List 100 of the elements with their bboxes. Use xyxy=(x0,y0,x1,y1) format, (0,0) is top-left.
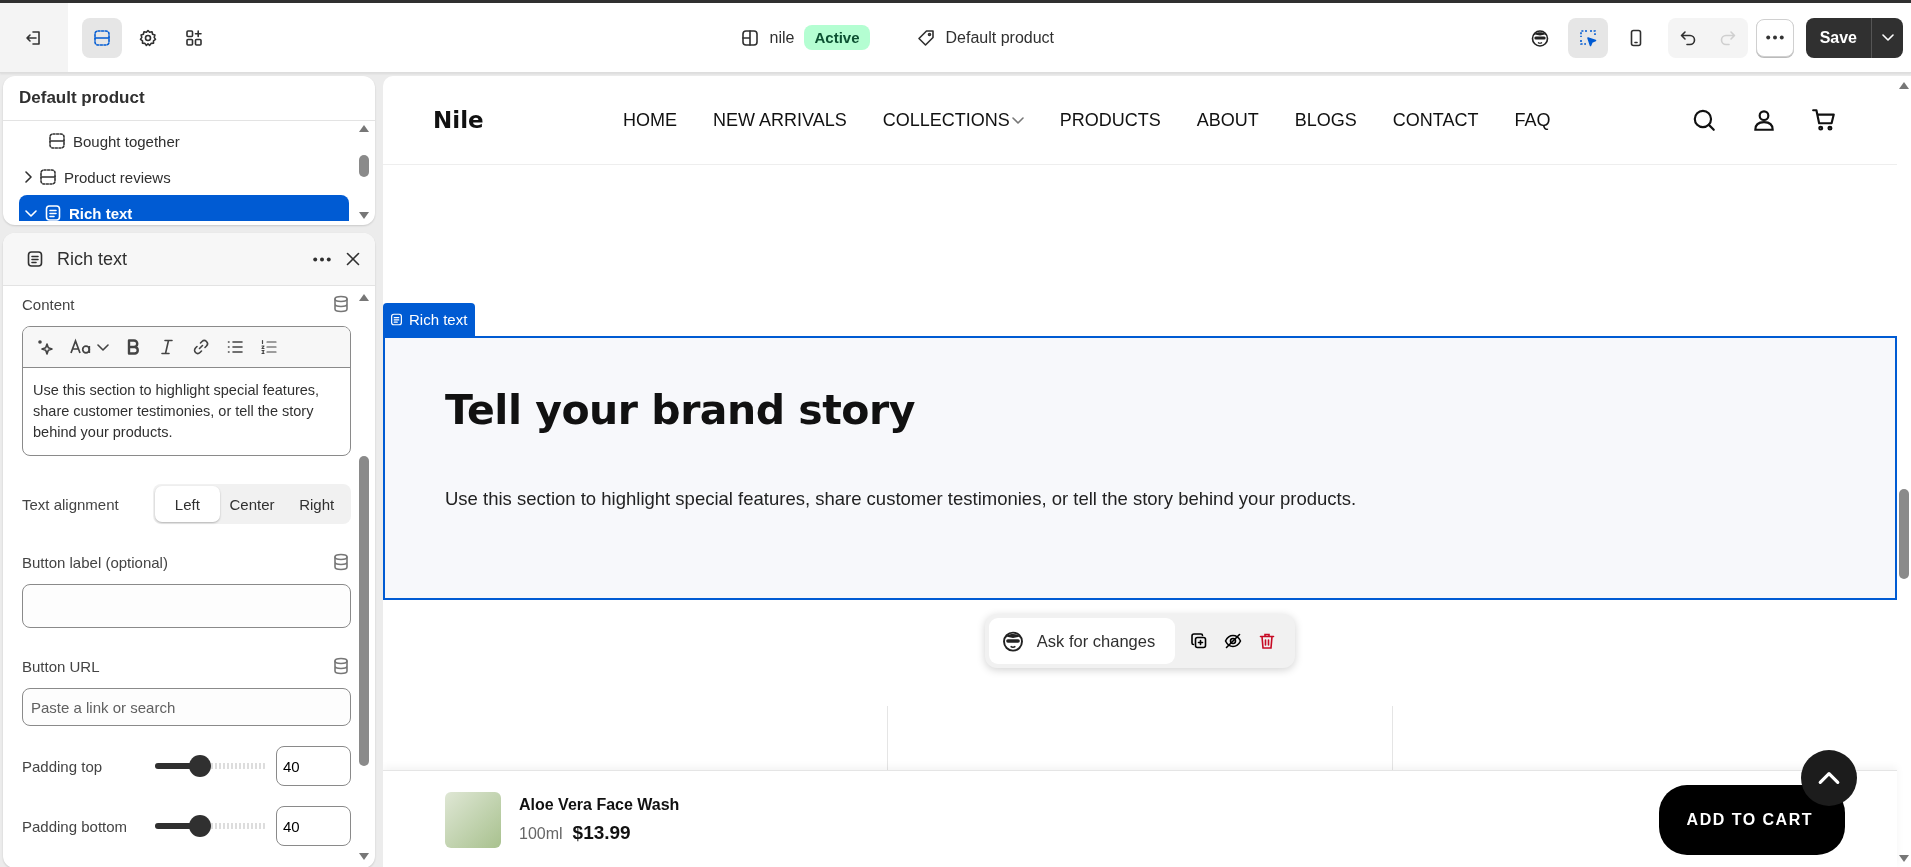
nav-link[interactable]: CONTACT xyxy=(1392,109,1479,131)
scroll-up-icon[interactable] xyxy=(1898,80,1910,90)
field-label: Padding bottom xyxy=(22,817,129,835)
apps-icon xyxy=(184,27,204,48)
search-icon xyxy=(1691,107,1717,133)
add-to-cart-button[interactable]: ADD TO CART xyxy=(1658,784,1845,855)
dynamic-source-button[interactable] xyxy=(331,656,351,676)
scroll-down-icon[interactable] xyxy=(1898,854,1910,864)
chevron-icon[interactable] xyxy=(25,171,32,183)
font-icon xyxy=(69,337,93,357)
rich-text-editor[interactable]: Use this section to highlight special features, share customer testimonies, or tell the story behind your products. xyxy=(22,326,351,456)
product-price: $13.99 xyxy=(572,821,631,844)
sections-button[interactable] xyxy=(82,17,122,58)
status-badge: Active xyxy=(804,25,870,50)
ai-button[interactable] xyxy=(35,337,55,357)
scroll-thumb[interactable] xyxy=(359,155,369,177)
scroll-down-icon[interactable] xyxy=(358,211,370,221)
cart-icon xyxy=(1811,107,1837,133)
dynamic-source-button[interactable] xyxy=(331,552,351,572)
section-icon xyxy=(92,27,112,48)
nav-link[interactable]: PRODUCTS xyxy=(1059,109,1161,131)
store-logo: Nile xyxy=(433,107,485,133)
field-label: Content xyxy=(22,295,75,313)
nav-link[interactable]: NEW ARRIVALS xyxy=(713,109,847,131)
more-icon xyxy=(313,256,331,262)
input-field[interactable] xyxy=(22,584,351,628)
field-label: Button URL xyxy=(22,657,100,675)
slider[interactable] xyxy=(155,755,267,777)
account-button[interactable] xyxy=(1751,107,1777,133)
template-selector[interactable]: Default product xyxy=(915,27,1055,48)
search-button[interactable] xyxy=(1691,107,1717,133)
text-block-icon xyxy=(43,203,63,221)
numbered-list-button[interactable] xyxy=(259,337,279,357)
tree-item[interactable]: Rich text xyxy=(19,195,349,221)
database-icon xyxy=(331,552,351,572)
section-heading: Tell your brand story xyxy=(445,386,916,434)
field-label: Text alignment xyxy=(22,494,119,515)
more-icon xyxy=(1765,35,1784,40)
dynamic-source-button[interactable] xyxy=(331,294,351,314)
text-block-icon xyxy=(389,312,404,327)
link-icon xyxy=(191,337,211,357)
eye-slash-icon xyxy=(1223,631,1244,651)
section-text: Use this section to highlight special features, share customer testimonies, or tell the story behind your products. xyxy=(445,488,1358,510)
section-label: Rich text xyxy=(383,303,476,336)
more-button[interactable] xyxy=(313,256,331,262)
ask-button[interactable]: Ask for changes xyxy=(988,618,1176,664)
scroll-down-icon[interactable] xyxy=(358,852,370,862)
input-field[interactable]: Paste a link or search xyxy=(22,688,351,726)
panel-title: Rich text xyxy=(57,248,129,270)
nav-link[interactable]: ABOUT xyxy=(1196,109,1259,131)
scroll-to-top-button[interactable] xyxy=(1801,750,1857,806)
cart-button[interactable] xyxy=(1811,107,1837,133)
hide-button[interactable] xyxy=(1223,631,1244,651)
nav-link[interactable]: BLOGS xyxy=(1294,109,1357,131)
face-icon xyxy=(1000,629,1025,653)
scroll-up-icon[interactable] xyxy=(358,292,370,302)
section-icon xyxy=(47,131,67,151)
product-variant: 100ml xyxy=(519,824,563,843)
number-field[interactable]: 40 xyxy=(276,806,351,846)
database-icon xyxy=(331,294,351,314)
face-icon xyxy=(1529,27,1550,48)
scroll-thumb[interactable] xyxy=(1899,489,1909,579)
slider[interactable] xyxy=(155,815,267,837)
section-icon xyxy=(38,167,58,187)
user-icon xyxy=(1751,107,1777,133)
chevron-icon xyxy=(1011,116,1024,124)
photo-placeholder xyxy=(445,791,501,848)
field-label: Button label (optional) xyxy=(22,553,168,571)
font-button[interactable] xyxy=(69,337,109,357)
panel-title: Default product xyxy=(3,76,375,121)
product-name: Aloe Vera Face Wash xyxy=(519,795,681,814)
selected-section[interactable]: Tell your brand story Use this section to highlight special features, share customer testimonies, or tell the story behind your products. xyxy=(383,336,1897,600)
selection-cursor-icon xyxy=(1577,27,1598,48)
alignment-option[interactable]: Center xyxy=(219,486,285,522)
nav-link[interactable]: HOME xyxy=(623,109,677,131)
sparkle-icon xyxy=(35,337,55,357)
inspector-button[interactable] xyxy=(1567,17,1608,58)
text-block-icon xyxy=(25,249,45,269)
numbered-list-icon xyxy=(259,337,279,357)
alignment-option[interactable]: Right xyxy=(284,486,349,522)
scroll-up-icon[interactable] xyxy=(358,123,370,133)
scrollbar[interactable] xyxy=(357,123,371,221)
layout-icon xyxy=(739,27,760,48)
tree-item[interactable]: Product reviews xyxy=(19,159,349,195)
chevron-icon xyxy=(1881,34,1894,41)
alignment-option[interactable]: Left xyxy=(155,486,220,522)
nav-link[interactable]: FAQ xyxy=(1514,109,1551,131)
nav-link[interactable]: COLLECTIONS xyxy=(882,109,1024,131)
link-button[interactable] xyxy=(191,337,211,357)
scroll-thumb[interactable] xyxy=(359,456,369,766)
number-field[interactable]: 40 xyxy=(276,746,351,786)
field-label: Padding top xyxy=(22,757,104,775)
database-icon xyxy=(331,656,351,676)
gear-icon xyxy=(138,27,158,48)
store-name: nile xyxy=(769,28,795,47)
scrollbar[interactable] xyxy=(357,292,371,862)
alignment-control[interactable]: Left Center Right xyxy=(153,484,351,524)
chevron-icon xyxy=(97,343,109,351)
tree-item[interactable]: Bought together xyxy=(19,123,349,159)
tag-icon xyxy=(915,27,936,48)
